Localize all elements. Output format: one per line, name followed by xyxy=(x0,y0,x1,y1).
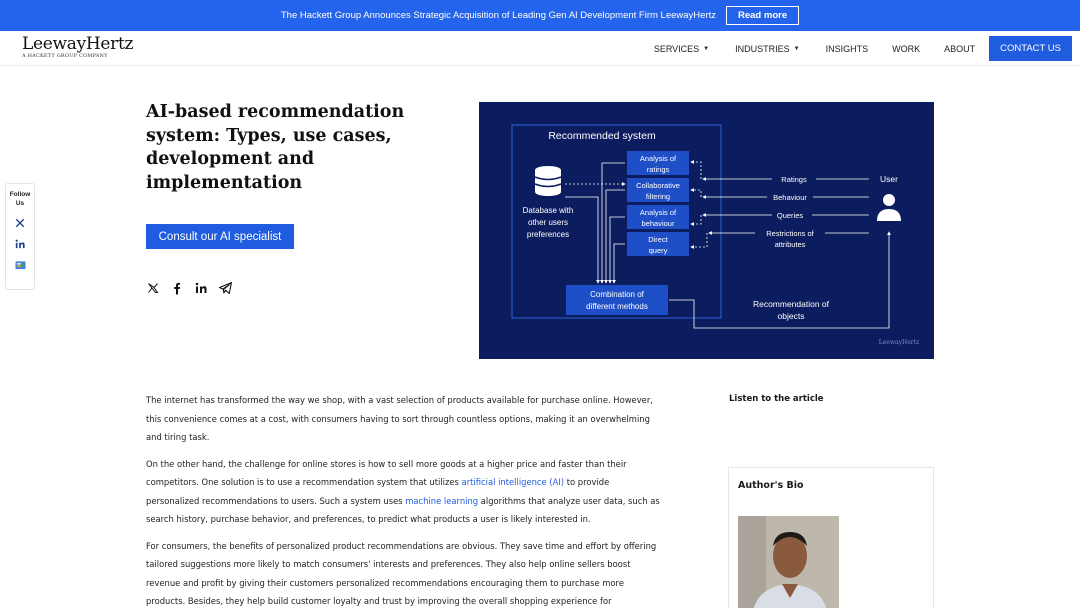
chevron-down-icon: ▼ xyxy=(793,45,800,52)
diagram-watermark: LeewayHertz xyxy=(879,339,919,346)
site-header: LeewayHertz A HACKETT GROUP COMPANY SERV… xyxy=(0,31,1080,66)
dotted-line xyxy=(690,215,702,226)
google-news-icon[interactable] xyxy=(14,259,26,271)
flow-line xyxy=(604,189,625,284)
diagram-title: Recommended system xyxy=(548,130,656,142)
x-icon[interactable] xyxy=(146,281,160,295)
nav-industries[interactable]: INDUSTRIES ▼ xyxy=(721,44,811,54)
article-body: The internet has transformed the way we … xyxy=(146,391,661,608)
dotted-line xyxy=(690,233,708,249)
contact-us-button[interactable]: CONTACT US xyxy=(989,36,1072,61)
combination-line: different methods xyxy=(586,302,648,311)
database-label-1: Database with xyxy=(523,206,574,215)
flow-line xyxy=(612,243,625,284)
user-label: User xyxy=(880,174,898,184)
user-icon xyxy=(877,194,901,221)
logo[interactable]: LeewayHertz A HACKETT GROUP COMPANY xyxy=(22,34,134,59)
nav-label: ABOUT xyxy=(944,43,976,54)
facebook-icon[interactable] xyxy=(170,281,184,295)
linkedin-icon[interactable] xyxy=(194,281,208,295)
nav-services[interactable]: SERVICES ▼ xyxy=(642,44,721,54)
follow-us-label: Follow Us xyxy=(9,191,31,207)
method-analysis-ratings: Analysis of ratings xyxy=(627,151,689,175)
paragraph: For consumers, the benefits of personali… xyxy=(146,540,657,607)
flow-line xyxy=(600,162,625,284)
read-more-button[interactable]: Read more xyxy=(726,6,800,25)
nav-label: WORK xyxy=(892,43,921,54)
link-artificial-intelligence[interactable]: artificial intelligence (AI) xyxy=(462,477,565,487)
method-line: filtering xyxy=(646,192,670,201)
method-line: Analysis of xyxy=(640,154,677,163)
database-icon xyxy=(534,166,562,196)
method-line: Collaborative xyxy=(636,181,680,190)
nav-work[interactable]: WORK xyxy=(880,44,932,54)
recommendation-system-diagram: Recommended system Database with other u… xyxy=(479,102,934,359)
dotted-line xyxy=(690,188,702,197)
page-title: AI-based recommendation system: Types, u… xyxy=(146,102,405,193)
method-line: query xyxy=(649,246,668,255)
paragraph: The internet has transformed the way we … xyxy=(146,395,653,442)
listen-article-label: Listen to the article xyxy=(729,394,824,404)
input-restrictions-2: attributes xyxy=(775,240,806,249)
nav-label: INDUSTRIES xyxy=(735,43,790,54)
announcement-bar: The Hackett Group Announces Strategic Ac… xyxy=(0,0,1080,31)
announcement-text: The Hackett Group Announces Strategic Ac… xyxy=(280,10,716,21)
telegram-icon[interactable] xyxy=(218,281,232,295)
combination-box: Combination of different methods xyxy=(566,285,668,315)
method-line: Direct xyxy=(648,235,669,244)
database-label-2: other users xyxy=(528,218,568,227)
logo-text: LeewayHertz xyxy=(22,34,134,54)
author-bio-card: Author's Bio xyxy=(728,467,934,608)
author-photo xyxy=(738,516,839,608)
output-label-1: Recommendation of xyxy=(753,299,830,309)
nav-label: SERVICES xyxy=(653,43,700,54)
main-nav: SERVICES ▼ INDUSTRIES ▼ INSIGHTS WORK AB… xyxy=(642,36,1072,61)
flow-line xyxy=(608,216,625,284)
author-bio-title: Author's Bio xyxy=(738,480,804,491)
method-line: Analysis of xyxy=(640,208,677,217)
input-queries: Queries xyxy=(777,211,804,220)
database-label-3: preferences xyxy=(527,230,569,239)
nav-insights[interactable]: INSIGHTS xyxy=(812,44,881,54)
output-label-2: objects xyxy=(778,311,805,321)
consult-ai-specialist-button[interactable]: Consult our AI specialist xyxy=(146,224,294,249)
input-ratings: Ratings xyxy=(781,175,807,184)
paragraph: On the other hand, the challenge for onl… xyxy=(146,455,661,529)
dotted-line xyxy=(690,160,702,179)
input-restrictions-1: Restrictions of xyxy=(766,229,814,238)
method-line: behaviour xyxy=(642,219,675,228)
method-direct-query: Direct query xyxy=(627,232,689,256)
combination-line: Combination of xyxy=(590,290,645,299)
nav-about[interactable]: ABOUT xyxy=(932,44,987,54)
linkedin-icon[interactable] xyxy=(14,238,26,250)
nav-label: INSIGHTS xyxy=(825,43,869,54)
link-machine-learning[interactable]: machine learning xyxy=(405,496,478,506)
method-analysis-behaviour: Analysis of behaviour xyxy=(627,205,689,229)
x-icon[interactable] xyxy=(14,217,26,229)
method-line: ratings xyxy=(647,165,670,174)
share-icons xyxy=(146,281,232,295)
chevron-down-icon: ▼ xyxy=(703,45,710,52)
method-collaborative-filtering: Collaborative filtering xyxy=(627,178,689,202)
follow-us-panel: Follow Us xyxy=(5,183,35,290)
input-behaviour: Behaviour xyxy=(773,193,807,202)
